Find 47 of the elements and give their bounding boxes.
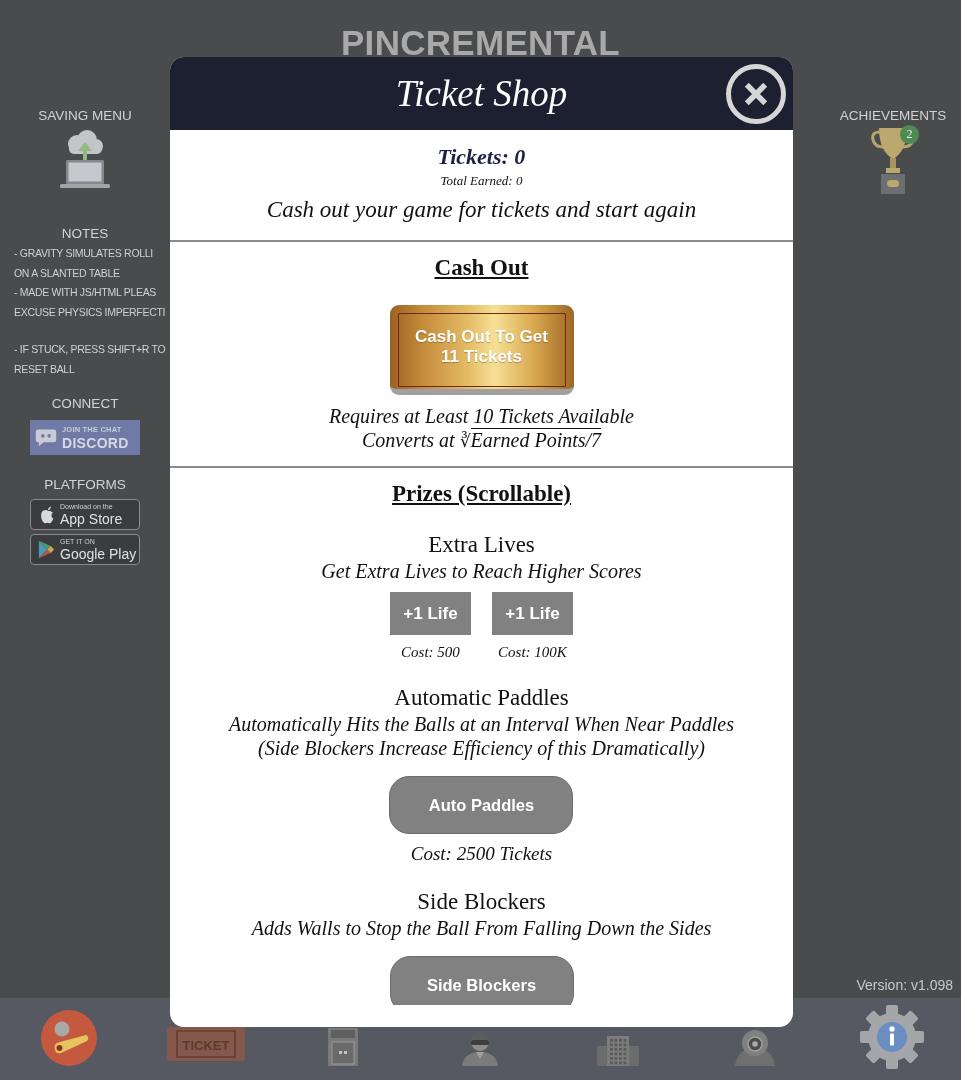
platforms-heading: PLATFORMS	[44, 477, 126, 493]
prize-description: Adds Walls to Stop the Ball From Falling Down the Sides	[251, 916, 712, 940]
apple-icon	[38, 505, 55, 524]
note-text: RESET BALL	[14, 361, 75, 377]
purchase-button[interactable]: Side Blockers	[389, 956, 574, 1005]
total-earned-text: Total Earned: 0	[440, 173, 523, 189]
purchase-button[interactable]: Auto Paddles	[389, 776, 574, 834]
note-text: - GRAVITY SIMULATES ROLLI	[14, 246, 153, 261]
prize-title: Side Blockers	[417, 888, 546, 916]
prize-title: Extra Lives	[428, 531, 535, 559]
close-button[interactable]	[726, 63, 786, 124]
gear-info-icon[interactable]	[859, 1004, 926, 1070]
cost-text: Cost: 2500 Tickets	[410, 843, 553, 865]
saving-menu-label[interactable]: SAVING MENU	[38, 108, 132, 124]
prize-title: Automatic Paddles	[394, 684, 569, 712]
modal-title: Ticket Shop	[395, 72, 568, 115]
achievement-count: 2	[900, 125, 919, 144]
extra-life-button[interactable]: +1 Life	[492, 592, 573, 635]
achievements-label[interactable]: ACHIEVEMENTS	[839, 108, 947, 124]
ticket-balance: Tickets: 0	[437, 144, 526, 170]
cash-out-ticket-button[interactable]: Cash Out To Get 11 Tickets	[389, 305, 574, 395]
requirement-text: Requires at Least 10 Tickets Available	[329, 404, 634, 428]
prize-description: Get Extra Lives to Reach Higher Scores	[321, 559, 642, 583]
game-title: PINCREMENTAL	[340, 29, 621, 57]
section-heading: Cash Out	[434, 254, 529, 282]
arcade-cabinet-icon[interactable]	[328, 1028, 359, 1066]
notes-heading: NOTES	[61, 226, 109, 242]
connect-heading: CONNECT	[51, 396, 119, 412]
helmet-figure-icon[interactable]	[734, 1029, 777, 1066]
note-text: EXCUSE PHYSICS IMPERFECTI	[14, 304, 166, 320]
extra-life-button[interactable]: +1 Life	[390, 592, 471, 635]
play-triangle-icon	[38, 540, 55, 559]
note-text: - MADE WITH JS/HTML PLEAS	[14, 285, 157, 300]
note-text: - IF STUCK, PRESS SHIFT+R TO	[14, 342, 166, 357]
section-heading: Prizes (Scrollable)	[391, 480, 572, 508]
pinball-icon[interactable]	[40, 1010, 97, 1066]
intro-text: Cash out your game for tickets and start again	[266, 196, 697, 224]
cost-text: Cost: 500	[401, 643, 460, 661]
note-text: ON A SLANTED TABLE	[14, 265, 120, 281]
person-sunglasses-icon[interactable]	[461, 1031, 500, 1066]
close-icon	[744, 81, 768, 106]
conversion-formula: Converts at ∛Earned Points/7	[361, 428, 602, 453]
chat-bubble-icon	[35, 428, 57, 447]
version-text: Version: v1.098	[856, 977, 953, 993]
prize-description: Automatically Hits the Balls at an Interval When Near Paddles	[229, 712, 734, 736]
prize-description: (Side Blockers Increase Efficiency of this Dramatically)	[258, 736, 705, 760]
cost-text: Cost: 100K	[498, 643, 567, 661]
